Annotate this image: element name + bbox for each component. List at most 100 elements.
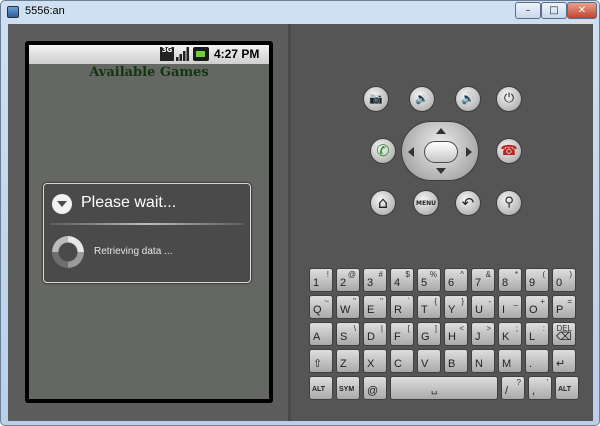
key-label: Q [313, 304, 322, 316]
phone-screen[interactable]: 3G 4:27 PM Available Games Please wait..… [29, 45, 269, 399]
keyboard-key[interactable]: 1! [309, 268, 333, 292]
keyboard-key[interactable]: ␣ [390, 376, 498, 400]
keyboard-key[interactable]: Q ~ [309, 295, 333, 319]
keyboard-key[interactable]: U- [471, 295, 495, 319]
keyboard-key[interactable]: 5% [417, 268, 441, 292]
keyboard-key[interactable]: A [309, 322, 333, 346]
keyboard-key[interactable]: W " [336, 295, 360, 319]
arrow-up-icon[interactable] [436, 128, 446, 134]
key-alt-label: < [459, 324, 464, 333]
keyboard-key[interactable]: X [363, 349, 387, 373]
key-alt-label: \ [353, 324, 356, 333]
home-button[interactable]: ⌂ [370, 190, 396, 216]
keyboard-key[interactable]: 8 * [498, 268, 522, 292]
keyboard-key[interactable]: , ' [528, 376, 552, 400]
keyboard-key[interactable]: O + [525, 295, 549, 319]
keyboard-key[interactable]: I _ [498, 295, 522, 319]
key-label: ALT [312, 386, 326, 393]
volume-up-button[interactable]: 🔊 [455, 86, 481, 112]
key-alt-label: : [542, 324, 545, 333]
key-label: ⇧ [313, 358, 323, 370]
volume-down-button[interactable]: 🔉 [409, 86, 435, 112]
key-alt-label: > [486, 324, 491, 333]
keyboard-key[interactable]: 9( [525, 268, 549, 292]
power-button[interactable]: ⏻ [496, 86, 522, 112]
dpad-center-button[interactable] [424, 141, 458, 163]
keyboard-key[interactable]: 6 ^ [444, 268, 468, 292]
key-alt-label: ( [542, 270, 545, 279]
key-alt-label: ] [434, 324, 437, 333]
keyboard-key[interactable]: M [498, 349, 522, 373]
maximize-button[interactable]: □ [541, 2, 567, 19]
keyboard-key[interactable]: @ [363, 376, 387, 400]
key-label: 5 [421, 277, 428, 289]
minimize-button[interactable]: – [515, 2, 541, 19]
camera-icon: 📷 [369, 92, 383, 105]
keyboard-key[interactable]: 4 $ [390, 268, 414, 292]
key-label: 0 [556, 277, 563, 289]
keyboard-key[interactable]: P = [552, 295, 576, 319]
menu-button[interactable]: MENU [413, 190, 439, 216]
key-label: U [475, 304, 483, 316]
key-label: 4 [394, 277, 401, 289]
keyboard-key[interactable]: D | [363, 322, 387, 346]
keyboard-key[interactable]: E " [363, 295, 387, 319]
keyboard-key[interactable]: ↵ [552, 349, 576, 373]
key-alt-label: { [434, 297, 437, 306]
dialog-message: Retrieving data ... [94, 246, 173, 257]
hardware-keyboard: 1! 2 @3 #4 $5% 6 ^ 7 & 8 * 9(0) Q ~ W " E " R ` T{Y} U - I _ O + P =… [309, 268, 583, 406]
keyboard-key[interactable]: T{ [417, 295, 441, 319]
end-call-icon: ☎ [500, 143, 518, 159]
keyboard-key[interactable]: 0) [552, 268, 576, 292]
keyboard-key[interactable]: B [444, 349, 468, 373]
keyboard-key[interactable]: F[ [390, 322, 414, 346]
keyboard-key[interactable]: R ` [390, 295, 414, 319]
keyboard-key[interactable]: N [471, 349, 495, 373]
keyboard-key[interactable]: Z [336, 349, 360, 373]
keyboard-key[interactable]: 3 # [363, 268, 387, 292]
arrow-down-icon[interactable] [436, 168, 446, 174]
end-call-button[interactable]: ☎ [496, 138, 522, 164]
keyboard-key[interactable]: L: [525, 322, 549, 346]
keyboard-key[interactable]: /? [501, 376, 525, 400]
dpad[interactable] [401, 121, 479, 181]
keyboard-key[interactable]: S \ [336, 322, 360, 346]
call-button[interactable]: ✆ [370, 138, 396, 164]
keyboard-key[interactable]: 2 @ [336, 268, 360, 292]
key-label: ↵ [556, 358, 566, 370]
keyboard-key[interactable]: 7 & [471, 268, 495, 292]
keyboard-key[interactable]: ⌫ DEL [552, 322, 576, 346]
arrow-left-icon[interactable] [408, 147, 414, 157]
keyboard-key[interactable]: Y} [444, 295, 468, 319]
keyboard-key[interactable]: ⇧ [309, 349, 333, 373]
arrow-right-icon[interactable] [466, 147, 472, 157]
phone-call-icon: ✆ [376, 141, 390, 160]
key-alt-label: # [378, 270, 383, 279]
key-label: / [505, 385, 509, 397]
key-label: ␣ [431, 384, 438, 395]
keyboard-key[interactable]: SYM [336, 376, 360, 400]
keyboard-key[interactable]: J > [471, 322, 495, 346]
keyboard-key[interactable]: C [390, 349, 414, 373]
keyboard-key[interactable]: G] [417, 322, 441, 346]
emulator-window: 5556:an – □ ✕ 3G 4:27 PM Available Games… [0, 0, 600, 426]
key-label: . [529, 358, 533, 370]
close-button[interactable]: ✕ [567, 2, 597, 19]
key-alt-label: % [429, 270, 437, 279]
keyboard-key[interactable]: . [525, 349, 549, 373]
key-label: J [475, 331, 481, 343]
camera-button[interactable]: 📷 [363, 86, 389, 112]
keyboard-key[interactable]: ALT [555, 376, 579, 400]
search-icon: ⚲ [504, 195, 514, 210]
keyboard-key[interactable]: V [417, 349, 441, 373]
keyboard-key[interactable]: ALT [309, 376, 333, 400]
keyboard-key[interactable]: K; [498, 322, 522, 346]
key-alt-label: ) [569, 270, 572, 279]
back-button[interactable]: ↶ [455, 190, 481, 216]
search-button[interactable]: ⚲ [496, 190, 522, 216]
title-bar: 5556:an – □ ✕ [1, 1, 599, 23]
key-label: Y [448, 304, 456, 316]
keyboard-key[interactable]: H < [444, 322, 468, 346]
key-alt-label: ~ [324, 297, 329, 306]
key-alt-label: + [540, 297, 545, 306]
